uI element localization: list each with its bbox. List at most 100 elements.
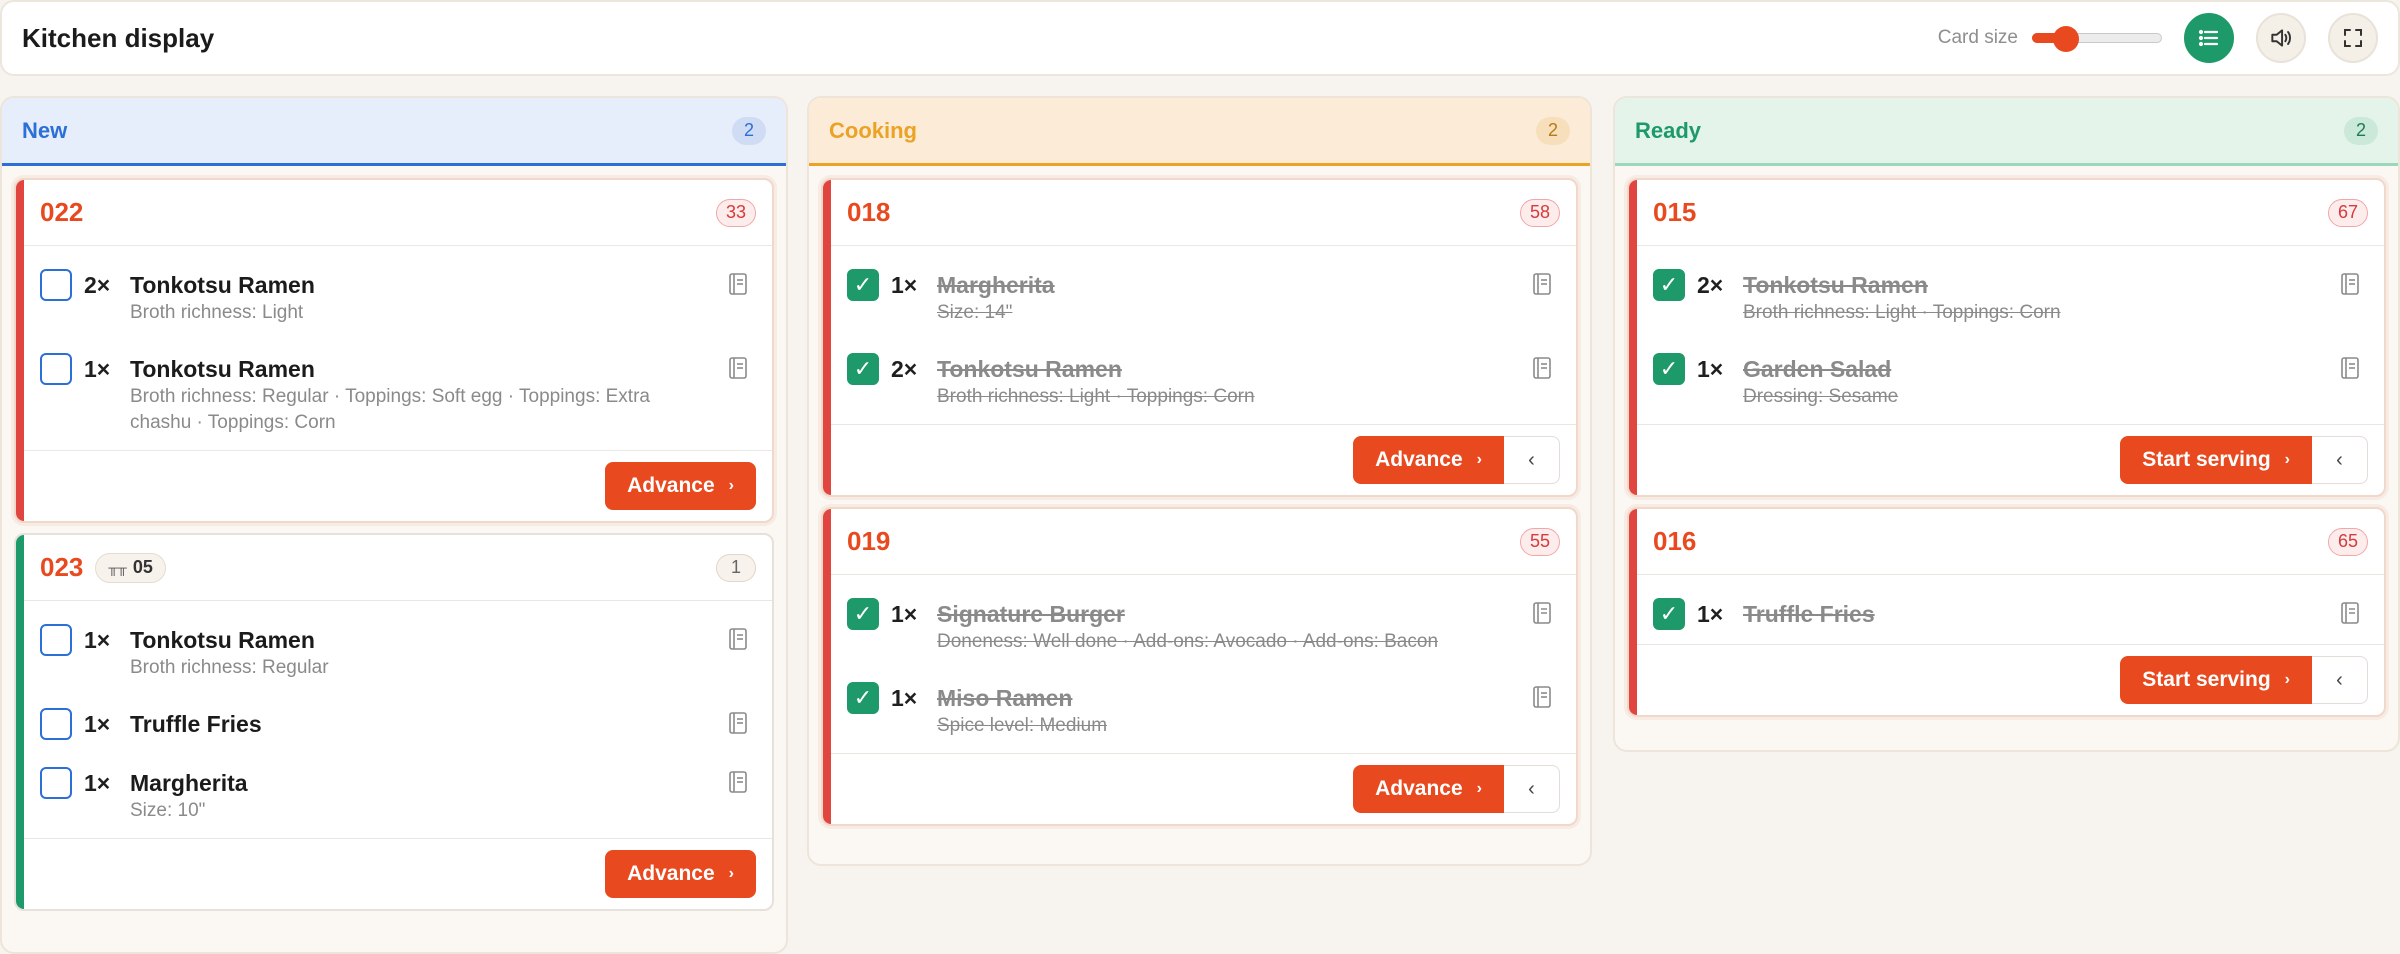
item-quantity: 2× — [891, 356, 918, 382]
chevron-right-icon: › — [2284, 671, 2290, 688]
ticket-number: 016 — [1653, 526, 1697, 556]
item-modifiers: Broth richness: Regular · Toppings: Soft… — [130, 386, 650, 433]
list-view-button[interactable] — [2184, 13, 2234, 63]
ticket-age-badge: 1 — [716, 553, 756, 582]
check-icon: ✓ — [1659, 272, 1679, 297]
list-icon — [2198, 29, 2219, 47]
item-checkbox[interactable] — [40, 624, 72, 656]
item-checkbox[interactable]: ✓ — [847, 269, 879, 301]
move-back-button[interactable]: ‹ — [2312, 436, 2368, 484]
start-serving-button[interactable]: Start serving › — [2120, 436, 2312, 484]
item-name: Truffle Fries — [130, 711, 262, 737]
advance-label: Advance — [627, 862, 715, 885]
item-checkbox[interactable] — [40, 708, 72, 740]
chevron-right-icon: › — [2284, 451, 2290, 468]
advance-button[interactable]: Advance › — [1353, 765, 1504, 813]
slider-thumb[interactable] — [2052, 26, 2079, 52]
note-icon[interactable] — [728, 356, 748, 380]
note-icon[interactable] — [728, 770, 748, 794]
ticket-card: 018 58 ✓ 1× Margherita Size: 14" ✓ 2× To… — [821, 178, 1578, 497]
chevron-left-icon: ‹ — [2336, 448, 2343, 471]
item-checkbox[interactable]: ✓ — [1653, 269, 1685, 301]
note-icon[interactable] — [1532, 601, 1552, 625]
note-icon[interactable] — [2340, 356, 2360, 380]
item-checkbox[interactable]: ✓ — [847, 598, 879, 630]
fullscreen-button[interactable] — [2328, 13, 2378, 63]
order-item: 1× Margherita Size: 10" — [16, 750, 772, 834]
item-checkbox[interactable]: ✓ — [1653, 598, 1685, 630]
item-name: Tonkotsu Ramen — [130, 356, 315, 382]
item-name: Truffle Fries — [1743, 601, 1875, 627]
sound-button[interactable] — [2256, 13, 2306, 63]
item-name: Garden Salad — [1743, 356, 1892, 382]
note-icon[interactable] — [728, 627, 748, 651]
chevron-right-icon: › — [1476, 780, 1482, 797]
item-quantity: 1× — [891, 272, 918, 298]
fullscreen-icon — [2344, 29, 2362, 47]
order-item: ✓ 1× Truffle Fries — [1629, 581, 2384, 640]
page-title: Kitchen display — [22, 22, 215, 53]
column-header: Cooking 2 — [809, 98, 1590, 166]
advance-button[interactable]: Advance › — [605, 462, 756, 510]
column-new: New 2 022 33 2× Tonkotsu Ramen Broth ric… — [0, 96, 788, 954]
ticket-age-badge: 65 — [2328, 527, 2368, 556]
column-count-badge: 2 — [732, 116, 766, 145]
item-modifiers: Size: 14" — [937, 302, 1013, 323]
column-header: Ready 2 — [1615, 98, 2398, 166]
note-icon[interactable] — [2340, 272, 2360, 296]
order-item: 1× Tonkotsu Ramen Broth richness: Regula… — [16, 336, 772, 446]
item-modifiers: Broth richness: Light · Toppings: Corn — [1743, 302, 2061, 323]
item-name: Tonkotsu Ramen — [130, 272, 315, 298]
item-checkbox[interactable] — [40, 767, 72, 799]
item-modifiers: Spice level: Medium — [937, 715, 1108, 736]
item-quantity: 1× — [84, 711, 111, 737]
advance-button[interactable]: Advance › — [605, 850, 756, 898]
item-checkbox[interactable]: ✓ — [847, 353, 879, 385]
card-size-slider[interactable] — [2032, 20, 2162, 56]
item-checkbox[interactable] — [40, 353, 72, 385]
note-icon[interactable] — [1532, 356, 1552, 380]
order-item: ✓ 1× Signature Burger Doneness: Well don… — [823, 581, 1576, 665]
item-name: Signature Burger — [937, 601, 1125, 627]
item-quantity: 1× — [891, 685, 918, 711]
item-checkbox[interactable] — [40, 269, 72, 301]
move-back-button[interactable]: ‹ — [1504, 436, 1560, 484]
ticket-age-badge: 67 — [2328, 198, 2368, 227]
item-modifiers: Broth richness: Regular — [130, 657, 329, 678]
ticket-age-badge: 33 — [716, 198, 756, 227]
top-bar: Kitchen display Card size — [0, 0, 2400, 76]
item-modifiers: Broth richness: Light · Toppings: Corn — [937, 386, 1255, 407]
note-icon[interactable] — [728, 272, 748, 296]
order-item: ✓ 2× Tonkotsu Ramen Broth richness: Ligh… — [823, 336, 1576, 420]
order-item: 2× Tonkotsu Ramen Broth richness: Light — [16, 252, 772, 336]
item-quantity: 1× — [1697, 356, 1724, 382]
table-chip: ╥╥ 05 — [95, 552, 166, 583]
note-icon[interactable] — [2340, 601, 2360, 625]
item-name: Tonkotsu Ramen — [130, 627, 315, 653]
note-icon[interactable] — [1532, 272, 1552, 296]
item-quantity: 1× — [1697, 601, 1724, 627]
order-item: ✓ 1× Miso Ramen Spice level: Medium — [823, 665, 1576, 749]
move-back-button[interactable]: ‹ — [1504, 765, 1560, 813]
start-serving-button[interactable]: Start serving › — [2120, 656, 2312, 704]
ticket-card: 019 55 ✓ 1× Signature Burger Doneness: W… — [821, 507, 1578, 826]
advance-button[interactable]: Advance › — [1353, 436, 1504, 484]
chevron-left-icon: ‹ — [1528, 448, 1535, 471]
note-icon[interactable] — [1532, 685, 1552, 709]
column-title: Cooking — [829, 117, 917, 143]
item-checkbox[interactable]: ✓ — [847, 682, 879, 714]
item-quantity: 2× — [84, 272, 111, 298]
ticket-number: 023 — [40, 552, 84, 582]
item-checkbox[interactable]: ✓ — [1653, 353, 1685, 385]
move-back-button[interactable]: ‹ — [2312, 656, 2368, 704]
column-title: New — [22, 117, 68, 143]
order-item: ✓ 2× Tonkotsu Ramen Broth richness: Ligh… — [1629, 252, 2384, 336]
check-icon: ✓ — [1659, 356, 1679, 381]
note-icon[interactable] — [728, 711, 748, 735]
check-icon: ✓ — [853, 601, 873, 626]
ticket-number: 018 — [847, 197, 891, 227]
order-item: 1× Truffle Fries — [16, 691, 772, 750]
start-serving-label: Start serving — [2142, 668, 2271, 691]
column-count-badge: 2 — [1536, 116, 1570, 145]
advance-label: Advance — [1375, 448, 1463, 471]
